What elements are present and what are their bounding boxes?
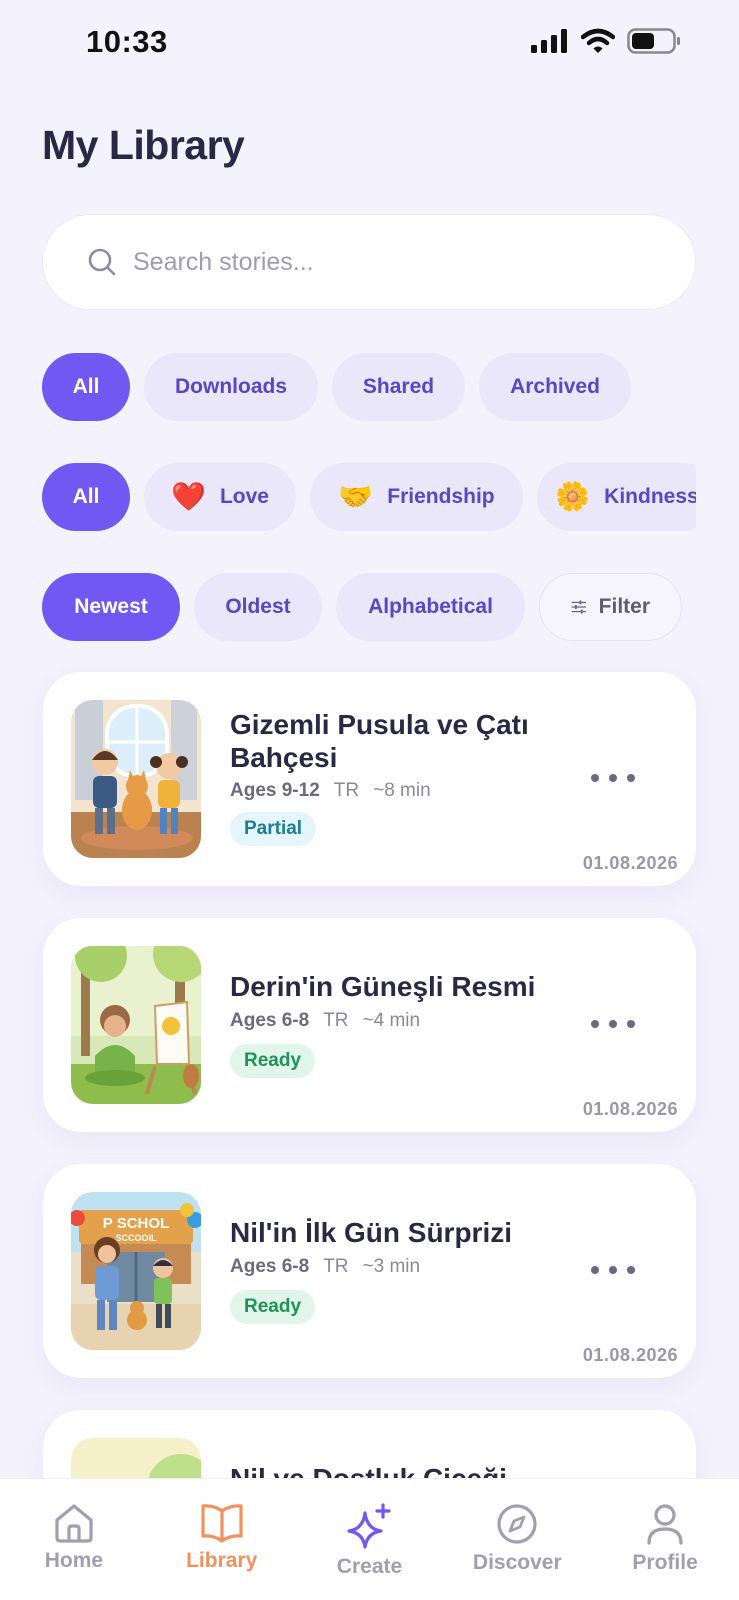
story-meta: Ages 6-8 TR ~4 min xyxy=(230,1010,434,1032)
story-duration: ~8 min xyxy=(373,780,431,801)
story-date: 01.08.2026 xyxy=(582,853,678,873)
story-card[interactable]: Nil ve Dostluk Çiçeği xyxy=(43,1410,696,1478)
status-badge: Ready xyxy=(230,1044,316,1078)
nav-create[interactable]: Create xyxy=(296,1479,444,1600)
nav-profile[interactable]: Profile xyxy=(591,1479,739,1600)
school-sign-text: P SCHOL xyxy=(103,1215,169,1232)
story-thumbnail xyxy=(71,946,201,1104)
compass-icon xyxy=(497,1504,537,1544)
nav-label: Discover xyxy=(472,1551,562,1574)
person-icon xyxy=(647,1504,683,1545)
book-icon xyxy=(201,1504,243,1543)
status-badge: Ready xyxy=(230,1290,316,1324)
more-options-button[interactable] xyxy=(591,1006,635,1042)
story-date: 01.08.2026 xyxy=(582,1099,678,1119)
story-thumbnail: P SCHOL SCCOOIL xyxy=(71,1192,201,1350)
story-age: Ages 6-8 xyxy=(230,1256,310,1277)
nav-home[interactable]: Home xyxy=(0,1479,148,1600)
nav-label: Library xyxy=(186,1549,258,1572)
story-card[interactable]: P SCHOL SCCOOIL Nil'in İlk Gün Sürprizi … xyxy=(43,1164,696,1378)
sparkle-icon xyxy=(347,1503,392,1549)
story-language: TR xyxy=(323,1010,349,1031)
story-title: Nil ve Dostluk Çiçeği xyxy=(230,1462,560,1478)
nav-library[interactable]: Library xyxy=(148,1479,296,1600)
story-duration: ~3 min xyxy=(362,1256,421,1277)
story-title: Nil'in İlk Gün Sürprizi xyxy=(230,1217,513,1248)
story-language: TR xyxy=(323,1256,349,1277)
story-card[interactable]: Derin'in Güneşli Resmi Ages 6-8 TR ~4 min … xyxy=(43,918,696,1132)
nav-label: Create xyxy=(336,1555,403,1578)
school-sign-subtext: SCCOOIL xyxy=(115,1233,157,1243)
story-meta: Ages 6-8 TR ~3 min xyxy=(230,1256,434,1278)
nav-label: Home xyxy=(44,1549,104,1572)
story-age: Ages 9-12 xyxy=(230,780,320,801)
story-language: TR xyxy=(333,780,360,801)
more-options-button[interactable] xyxy=(591,1252,635,1288)
status-badge: Partial xyxy=(230,812,317,846)
story-card[interactable]: Gizemli Pusula ve Çatı Bahçesi Ages 9-12… xyxy=(43,672,696,886)
nav-discover[interactable]: Discover xyxy=(443,1479,591,1600)
story-thumbnail xyxy=(71,1438,201,1478)
story-duration: ~4 min xyxy=(362,1010,421,1031)
story-date: 01.08.2026 xyxy=(582,1345,678,1365)
bottom-nav: Home Library Create Discover Profile xyxy=(0,1478,739,1600)
story-title: Gizemli Pusula ve Çatı Bahçesi xyxy=(230,709,529,773)
home-icon xyxy=(55,1504,93,1543)
more-options-button[interactable] xyxy=(591,760,635,796)
story-title: Derin'in Güneşli Resmi xyxy=(230,971,536,1002)
story-list[interactable]: Gizemli Pusula ve Çatı Bahçesi Ages 9-12… xyxy=(0,0,739,1478)
nav-label: Profile xyxy=(632,1551,698,1574)
story-meta: Ages 9-12 TR ~8 min xyxy=(230,780,445,802)
story-age: Ages 6-8 xyxy=(230,1010,310,1031)
story-thumbnail xyxy=(71,700,201,858)
